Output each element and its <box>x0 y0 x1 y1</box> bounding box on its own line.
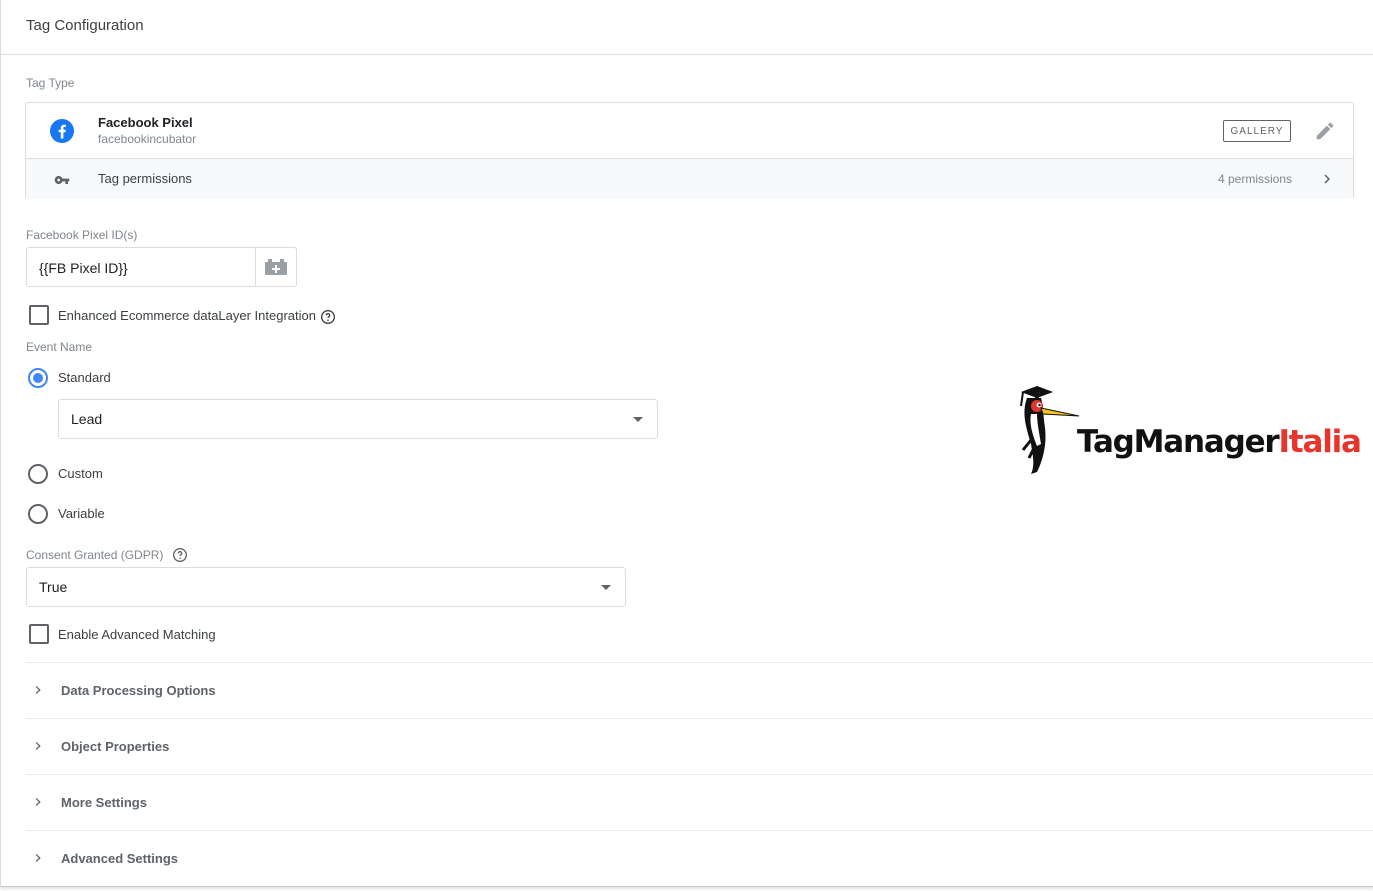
section-label: Data Processing Options <box>61 683 216 698</box>
panel-header: Tag Configuration <box>1 0 1373 55</box>
standard-event-value: Lead <box>71 411 103 427</box>
consent-value: True <box>39 579 68 595</box>
key-icon <box>54 176 70 184</box>
consent-select[interactable]: True <box>26 567 626 607</box>
standard-event-select[interactable]: Lead <box>58 399 658 439</box>
event-name-label: Event Name <box>26 340 93 354</box>
tag-type-name: Facebook Pixel <box>98 115 193 130</box>
event-custom-label: Custom <box>58 466 103 481</box>
section-object-properties[interactable]: Object Properties <box>26 718 1373 775</box>
section-label: More Settings <box>61 795 147 810</box>
enhanced-ecommerce-checkbox[interactable] <box>29 305 49 325</box>
gallery-button-label: GALLERY <box>1230 125 1284 137</box>
chevron-right-icon <box>35 742 41 750</box>
facebook-icon <box>50 119 74 143</box>
panel-title: Tag Configuration <box>26 17 144 34</box>
chevron-right-icon <box>35 854 41 862</box>
tag-type-vendor: facebookincubator <box>98 132 197 146</box>
tag-type-card[interactable]: Facebook Pixel facebookincubator GALLERY… <box>25 102 1354 199</box>
add-variable-icon <box>265 259 287 275</box>
section-advanced-settings[interactable]: Advanced Settings <box>26 830 1373 887</box>
event-variable-radio[interactable] <box>28 504 48 524</box>
variable-picker-button[interactable] <box>255 247 297 287</box>
gallery-button[interactable]: GALLERY <box>1223 120 1291 142</box>
woodpecker-mascot-icon <box>1020 386 1080 474</box>
event-custom-radio[interactable] <box>28 464 48 484</box>
tag-type-label: Tag Type <box>26 76 75 90</box>
section-data-processing-options[interactable]: Data Processing Options <box>26 662 1373 719</box>
section-label: Advanced Settings <box>61 851 179 866</box>
logo-text: TagManagerItalia <box>1077 424 1362 460</box>
event-standard-label: Standard <box>58 370 111 385</box>
tag-permissions-count: 4 permissions <box>1218 172 1293 186</box>
chevron-right-icon[interactable] <box>1318 170 1336 188</box>
dropdown-caret-icon <box>601 585 611 590</box>
pixel-id-label: Facebook Pixel ID(s) <box>26 228 138 242</box>
tag-configuration-panel: Tag Configuration Tag Type Facebook Pixe… <box>0 0 1373 887</box>
advanced-matching-checkbox[interactable] <box>29 624 49 644</box>
tag-permissions-label: Tag permissions <box>98 171 192 186</box>
logo-text-primary: TagManager <box>1077 424 1280 460</box>
enhanced-ecommerce-label: Enhanced Ecommerce dataLayer Integration <box>58 308 316 323</box>
chevron-right-icon <box>35 686 41 694</box>
tagmanageritalia-logo: TagManagerItalia <box>1013 384 1362 476</box>
edit-pencil-icon[interactable] <box>1314 120 1336 142</box>
logo-text-accent: Italia <box>1278 424 1362 460</box>
chevron-right-icon <box>35 798 41 806</box>
section-more-settings[interactable]: More Settings <box>26 774 1373 831</box>
section-label: Object Properties <box>61 739 170 754</box>
advanced-matching-label: Enable Advanced Matching <box>58 627 216 642</box>
help-icon[interactable] <box>172 547 188 563</box>
tag-permissions-row[interactable]: Tag permissions 4 permissions <box>26 158 1353 199</box>
help-icon[interactable] <box>320 309 336 325</box>
event-variable-label: Variable <box>58 506 105 521</box>
consent-label: Consent Granted (GDPR) <box>26 548 164 562</box>
event-standard-radio[interactable] <box>28 368 48 388</box>
dropdown-caret-icon <box>633 417 643 422</box>
pixel-id-input[interactable]: {{FB Pixel ID}} <box>26 247 256 287</box>
